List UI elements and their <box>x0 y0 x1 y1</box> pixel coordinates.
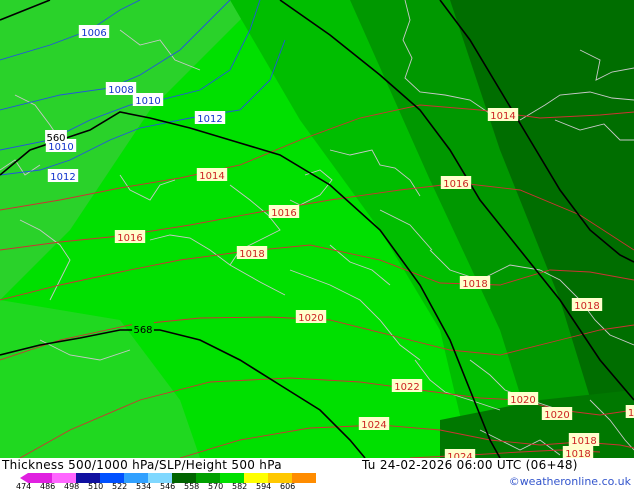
copyright-link[interactable]: ©weatheronline.co.uk <box>509 475 631 488</box>
isobar-label: 1014 <box>487 108 519 122</box>
isobar-label-low-text: 1010 <box>135 96 160 107</box>
isobar-label-text: 1014 <box>199 171 224 182</box>
map-title: Thickness 500/1000 hPa/SLP/Height 500 hP… <box>2 458 282 472</box>
isobar-label-text: 1014 <box>490 111 515 122</box>
isobar-label: 1018 <box>571 298 603 312</box>
isobar-label-text: 1018 <box>462 279 487 290</box>
isobar-label: 1016 <box>440 176 472 190</box>
isobar-label-low: 1006 <box>78 25 110 39</box>
height-label: 568 <box>132 322 154 336</box>
isobar-label-text: 1022 <box>394 382 419 393</box>
isobar-label: 1024 <box>358 417 390 431</box>
isobar-label: 1014 <box>196 168 228 182</box>
isobar-label-low: 1012 <box>194 111 226 125</box>
isobar-label-text: 1016 <box>271 208 296 219</box>
isobar-label: 1020 <box>507 392 539 406</box>
isobar-label: 1018 <box>568 433 600 447</box>
isobar-label-text: 1018 <box>565 449 590 458</box>
isobar-label-text: 1020 <box>298 313 323 324</box>
isobar-label: 1 <box>625 405 634 419</box>
height-label-text: 560 <box>46 133 65 144</box>
valid-time: Tu 24-02-2026 06:00 UTC (06+48) <box>362 458 578 472</box>
isobar-label-text: 1018 <box>574 301 599 312</box>
isobar-label-text: 1020 <box>544 410 569 421</box>
isobar-label-low-text: 1012 <box>197 114 222 125</box>
isobar-label: 1016 <box>268 205 300 219</box>
isobar-label: 1020 <box>541 407 573 421</box>
height-label-text: 568 <box>133 325 152 336</box>
isobar-label-text: 1016 <box>117 233 142 244</box>
isobar-label-low: 1008 <box>105 82 137 96</box>
height-label: 560 <box>45 130 67 144</box>
isobar-label: 1018 <box>562 446 594 458</box>
isobar-label-text: 1016 <box>443 179 468 190</box>
isobar-label-low-text: 1008 <box>108 85 133 96</box>
isobar-label-low: 1010 <box>132 93 164 107</box>
isobar-label-text: 1018 <box>571 436 596 447</box>
isobar-label-low-text: 1006 <box>81 28 106 39</box>
weather-map: 1006 1008 1010 1012 1010 1012 1014 1014 1016 101… <box>0 0 634 458</box>
thickness-legend-ticks: 474 486 498 510 522 534 546 558 570 582 594 606 <box>16 482 316 492</box>
isobar-label: 1022 <box>391 379 423 393</box>
footer-bar: Thickness 500/1000 hPa/SLP/Height 500 hP… <box>0 458 634 492</box>
isobar-label-text: 1020 <box>510 395 535 406</box>
isobar-label-text: 1018 <box>239 249 264 260</box>
isobar-label: 1018 <box>459 276 491 290</box>
isobar-label: 1016 <box>114 230 146 244</box>
isobar-label-text: 1024 <box>361 420 386 431</box>
isobar-label: 1020 <box>295 310 327 324</box>
isobar-label: 1024 <box>444 449 476 458</box>
isobar-label-low-text: 1012 <box>50 172 75 183</box>
isobar-label: 1018 <box>236 246 268 260</box>
isobar-label-text: 1 <box>628 408 634 419</box>
isobar-label-low: 1012 <box>47 169 79 183</box>
